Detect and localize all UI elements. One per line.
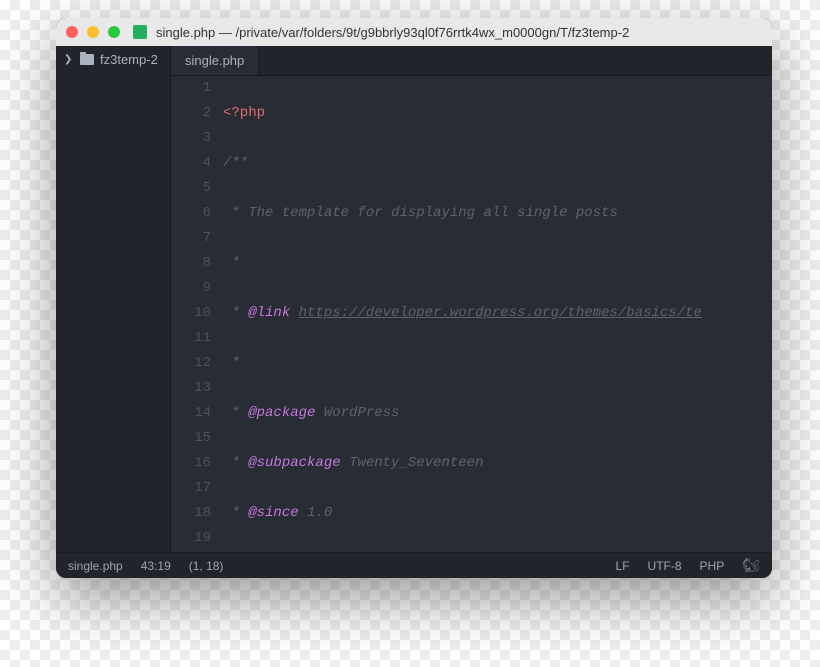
- titlebar: single.php — /private/var/folders/9t/g9b…: [56, 18, 772, 46]
- folder-icon: [80, 54, 94, 65]
- editor-body: ❯ fz3temp-2 single.php 1 2 3 4 5 6 7: [56, 46, 772, 552]
- squirrel-icon[interactable]: 🐿: [742, 557, 760, 574]
- line-gutter: 1 2 3 4 5 6 7 8 9 10 11 12 13 14 15 16 1: [171, 76, 223, 552]
- editor-window: single.php — /private/var/folders/9t/g9b…: [56, 18, 772, 578]
- minimize-icon[interactable]: [87, 26, 99, 38]
- tabbar: single.php: [171, 46, 772, 76]
- tab-label: single.php: [185, 53, 244, 68]
- code-area[interactable]: 1 2 3 4 5 6 7 8 9 10 11 12 13 14 15 16 1: [171, 76, 772, 552]
- tree-root-item[interactable]: ❯ fz3temp-2: [56, 46, 170, 73]
- status-language[interactable]: PHP: [700, 559, 725, 573]
- chevron-right-icon: ❯: [64, 54, 74, 65]
- zoom-icon[interactable]: [108, 26, 120, 38]
- close-icon[interactable]: [66, 26, 78, 38]
- statusbar: single.php 43:19 (1, 18) LF UTF-8 PHP 🐿: [56, 552, 772, 578]
- status-cursor[interactable]: (1, 18): [189, 559, 224, 573]
- status-eol[interactable]: LF: [616, 559, 630, 573]
- status-file[interactable]: single.php: [68, 559, 123, 573]
- status-position[interactable]: 43:19: [141, 559, 171, 573]
- window-title: single.php — /private/var/folders/9t/g9b…: [156, 25, 629, 40]
- file-tree-sidebar[interactable]: ❯ fz3temp-2: [56, 46, 171, 552]
- code-content[interactable]: <?php /** * The template for displaying …: [223, 76, 772, 552]
- file-type-icon: [133, 25, 147, 39]
- tab-single-php[interactable]: single.php: [171, 46, 259, 75]
- tree-root-label: fz3temp-2: [100, 52, 158, 67]
- editor-area: single.php 1 2 3 4 5 6 7 8 9 10 11 12: [171, 46, 772, 552]
- status-encoding[interactable]: UTF-8: [648, 559, 682, 573]
